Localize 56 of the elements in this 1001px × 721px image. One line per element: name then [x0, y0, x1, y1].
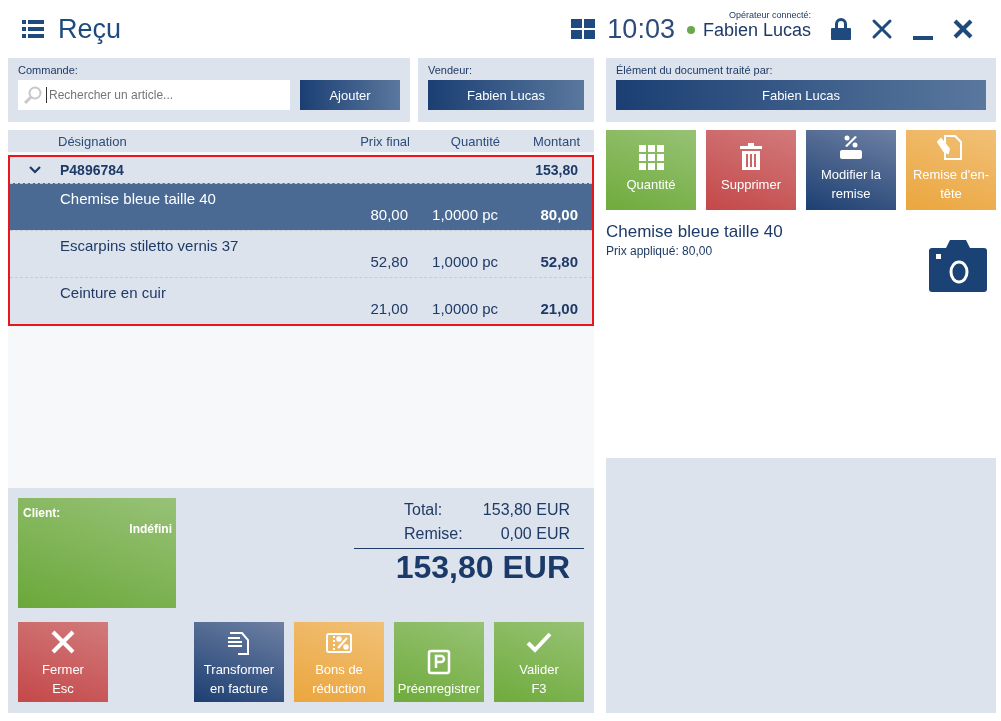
item-price: 80,00 — [369, 206, 408, 225]
item-name: Escarpins stiletto vernis 37 — [60, 236, 240, 254]
client-value: Indéfini — [129, 522, 172, 536]
item-quantity: 1,0000 pc — [431, 206, 498, 225]
discount-label: Remise: — [404, 524, 463, 544]
item-amount: 80,00 — [539, 206, 579, 225]
group-code: P4896784 — [60, 162, 125, 178]
discount-value: 0,00 EUR — [500, 524, 570, 544]
trash-icon — [737, 142, 765, 171]
search-field[interactable]: Rechercher un article... — [18, 80, 290, 110]
item-quantity: 1,0000 pc — [431, 253, 498, 272]
processed-by-button[interactable]: Fabien Lucas — [616, 80, 986, 110]
seller-label: Vendeur: — [428, 64, 474, 76]
action-button[interactable]: Modifier la remise — [806, 130, 896, 210]
menu-icon[interactable] — [22, 20, 44, 38]
column-header: Désignation — [58, 133, 128, 149]
item-name: Ceinture en cuir — [60, 283, 167, 301]
action-button[interactable]: Transformer en facture — [194, 622, 284, 702]
item-amount: 52,80 — [539, 253, 579, 272]
add-button[interactable]: Ajouter — [300, 80, 400, 110]
item-amount: 21,00 — [539, 300, 579, 319]
table-row[interactable]: Escarpins stiletto vernis 37 52,80 1,0000 pc 52,80 — [10, 230, 592, 277]
total-label: Total: — [404, 500, 443, 520]
grand-total: 153,80 EUR — [354, 548, 584, 586]
item-name: Chemise bleue taille 40 — [60, 189, 217, 207]
action-button[interactable]: Supprimer — [706, 130, 796, 210]
percent-off-icon — [837, 133, 865, 161]
coupon-icon — [324, 630, 354, 656]
grid-icon — [637, 142, 665, 171]
clock-time: 10:03 — [607, 13, 675, 45]
column-header: Prix final — [359, 133, 410, 149]
close-icon[interactable] — [953, 19, 973, 39]
processed-by-label: Élément du document traité par: — [616, 64, 774, 76]
client-label: Client: — [23, 506, 62, 520]
table-row[interactable]: Chemise bleue taille 40 80,00 1,0000 pc 80,00 — [10, 183, 592, 230]
document-pencil-icon — [937, 133, 965, 161]
operator-label: Opérateur connecté: — [728, 9, 811, 20]
window-title: Reçu — [58, 13, 122, 45]
item-quantity: 1,0000 pc — [431, 300, 498, 319]
operator-name: Fabien Lucas — [702, 19, 811, 41]
lock-icon[interactable] — [831, 18, 851, 40]
detail-item-name: Chemise bleue taille 40 — [606, 222, 783, 242]
detail-price: Prix appliqué: 80,00 — [606, 244, 714, 258]
column-header: Quantité — [449, 133, 500, 149]
tiles-icon[interactable] — [571, 19, 596, 39]
column-header: Montant — [532, 133, 581, 149]
item-price: 21,00 — [369, 300, 408, 319]
item-price: 52,80 — [369, 253, 408, 272]
chevron-icon[interactable] — [29, 166, 41, 174]
seller-button[interactable]: Fabien Lucas — [428, 80, 584, 110]
total-value: 153,80 EUR — [482, 500, 570, 520]
action-button[interactable]: Fermer Esc — [18, 622, 108, 702]
table-row[interactable]: Ceinture en cuir 21,00 1,0000 pc 21,00 — [10, 277, 592, 324]
order-label: Commande: — [18, 64, 79, 76]
group-amount: 153,80 — [534, 162, 579, 178]
search-icon — [24, 86, 42, 104]
